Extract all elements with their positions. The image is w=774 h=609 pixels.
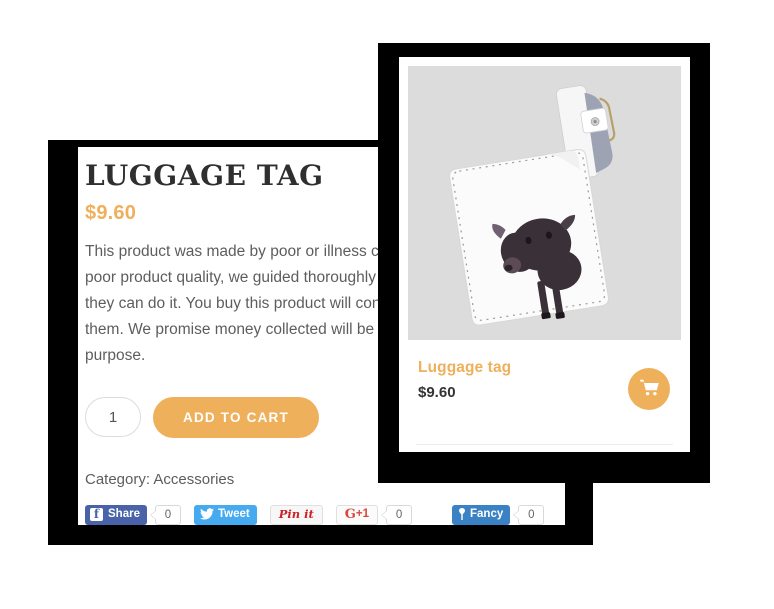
product-thumbnail-card[interactable]: Luggage tag $9.60 [399, 57, 690, 452]
fancy-share-button[interactable]: Fancy [452, 504, 511, 525]
facebook-share-unit: f Share 0 [85, 504, 181, 525]
twitter-tweet-button[interactable]: Tweet [193, 504, 257, 525]
shopping-cart-icon [639, 379, 659, 399]
facebook-share-label: Share [108, 508, 140, 521]
google-plus-icon: G [344, 507, 356, 523]
googleplus-share-count: 0 [381, 504, 413, 525]
googleplus-share-button[interactable]: G +1 [335, 504, 379, 525]
product-thumbnail-image[interactable] [408, 66, 681, 340]
twitter-share-label: Tweet [217, 508, 250, 521]
fancy-share-count: 0 [513, 504, 545, 525]
fancy-icon [458, 507, 466, 522]
category-label: Category: [85, 470, 151, 488]
facebook-icon: f [90, 508, 103, 522]
pinterest-share-unit: Pin it [269, 504, 323, 525]
add-to-cart-button[interactable]: ADD TO CART [153, 396, 319, 438]
fancy-share-unit: Fancy 0 [452, 504, 545, 525]
twitter-bird-icon [199, 508, 214, 522]
facebook-share-count: 0 [149, 504, 181, 525]
pinterest-share-label: Pin it [278, 507, 314, 522]
facebook-share-button[interactable]: f Share [85, 504, 147, 525]
category-link[interactable]: Accessories [153, 471, 234, 488]
googleplus-share-label: +1 [355, 508, 370, 521]
quantity-input[interactable] [85, 397, 141, 438]
social-share-row: f Share 0 Tweet Pin it G +1 0 Fancy 0 [85, 504, 565, 525]
googleplus-share-unit: G +1 0 [335, 504, 413, 525]
thumbnail-add-to-cart-button[interactable] [628, 368, 670, 410]
twitter-share-unit: Tweet [193, 504, 257, 525]
pinterest-pin-button[interactable]: Pin it [269, 504, 323, 525]
fancy-share-label: Fancy [470, 508, 504, 521]
thumbnail-divider [416, 444, 673, 445]
